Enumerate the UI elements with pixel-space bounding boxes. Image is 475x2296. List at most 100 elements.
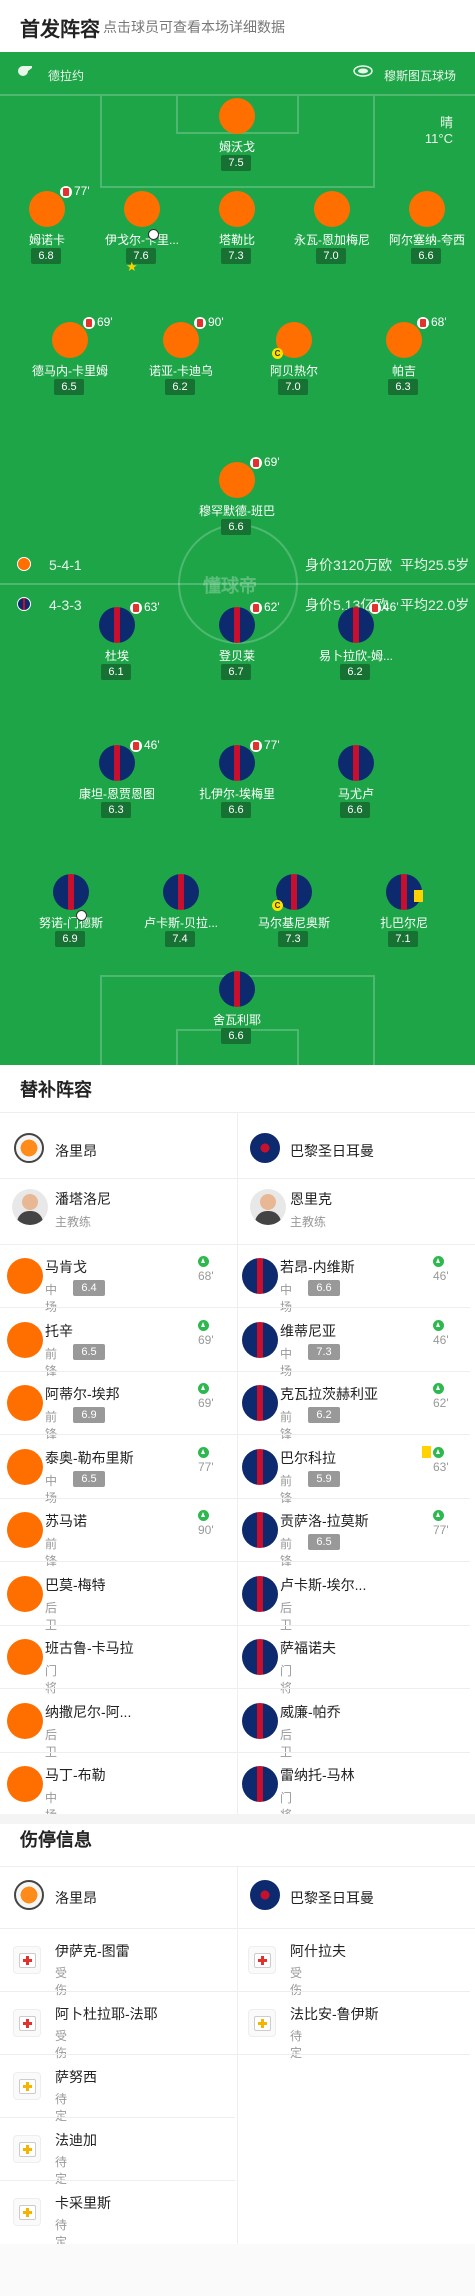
player-jersey[interactable] [53, 874, 89, 910]
injured-player-name[interactable]: 阿什拉夫 [290, 1941, 346, 1961]
player-name[interactable]: 姆沃戈 [182, 138, 292, 155]
injured-player-name[interactable]: 阿卜杜拉耶-法耶 [55, 2004, 158, 2024]
player-jersey[interactable] [242, 1385, 278, 1421]
player-jersey[interactable] [242, 1766, 278, 1802]
player-jersey[interactable] [99, 607, 135, 643]
player-name[interactable]: 扎巴尔尼 [349, 914, 459, 931]
injured-player-name[interactable]: 法迪加 [55, 2130, 97, 2150]
player-jersey[interactable] [219, 745, 255, 781]
player-name[interactable]: 杜埃 [62, 647, 172, 664]
player-jersey[interactable] [219, 971, 255, 1007]
player-jersey[interactable] [7, 1321, 43, 1358]
player-name[interactable]: 马尤卢 [301, 785, 411, 802]
player-jersey[interactable] [7, 1702, 43, 1739]
player-name[interactable]: 塔勒比 [182, 231, 292, 248]
player-jersey[interactable] [242, 1258, 278, 1294]
sub-player-name[interactable]: 阿蒂尔-埃邦 [45, 1384, 120, 1404]
lineup-header: 首发阵容 点击球员可查看本场详细数据 [0, 0, 475, 52]
player-jersey[interactable] [314, 191, 350, 227]
away-coach-role: 主教练 [290, 1215, 327, 1229]
sub-player-name[interactable]: 巴莫-梅特 [45, 1575, 106, 1595]
sub-player-name[interactable]: 托辛 [45, 1321, 73, 1341]
player-jersey[interactable] [7, 1512, 43, 1548]
injured-player-name[interactable]: 法比安-鲁伊斯 [290, 2004, 379, 2024]
player-name[interactable]: 易卜拉欣-姆... [301, 647, 411, 664]
sub-player-rating: 6.4 [73, 1280, 105, 1296]
player-name[interactable]: 阿贝热尔 [239, 362, 349, 379]
sub-player-name[interactable]: 维蒂尼亚 [280, 1321, 336, 1341]
player-name[interactable]: 努诺-门德斯 [16, 914, 126, 931]
substitution-off-icon [60, 186, 72, 198]
player-jersey[interactable] [219, 191, 255, 227]
player-rating: 6.2 [165, 379, 195, 395]
substitution-in-icon: 77' [433, 1509, 449, 1537]
player-jersey[interactable] [29, 191, 65, 227]
player-jersey[interactable] [242, 1512, 278, 1548]
player-jersey[interactable] [163, 322, 199, 358]
player-name[interactable]: 康坦-恩贾恩图 [62, 785, 172, 802]
player-name[interactable]: 卢卡斯-贝拉... [126, 914, 236, 931]
sub-player-name[interactable]: 卢卡斯-埃尔... [280, 1575, 366, 1595]
player-jersey[interactable] [219, 462, 255, 498]
player-name[interactable]: 舍瓦利耶 [182, 1011, 292, 1028]
player-jersey[interactable] [338, 607, 374, 643]
sub-player-name[interactable]: 马肯戈 [45, 1257, 87, 1277]
player-name[interactable]: 阿尔塞纳-夸西 [372, 231, 475, 248]
player-name[interactable]: 穆罕默德-班巴 [182, 502, 292, 519]
player-name[interactable]: 扎伊尔-埃梅里 [182, 785, 292, 802]
player-jersey[interactable] [242, 1702, 278, 1739]
player-jersey[interactable] [242, 1448, 278, 1485]
player-jersey[interactable] [7, 1639, 43, 1675]
injuries-title: 伤停信息 [20, 1830, 92, 1850]
player-jersey[interactable] [219, 98, 255, 134]
player-jersey[interactable] [242, 1639, 278, 1675]
sub-player-name[interactable]: 贡萨洛-拉莫斯 [280, 1511, 369, 1531]
player-jersey[interactable] [52, 322, 88, 358]
sub-player-name[interactable]: 马丁-布勒 [45, 1765, 106, 1785]
player-jersey[interactable] [7, 1766, 43, 1802]
sub-player-name[interactable]: 克瓦拉茨赫利亚 [280, 1384, 378, 1404]
sub-player-name[interactable]: 威廉-帕乔 [280, 1702, 341, 1722]
player-jersey[interactable] [124, 191, 160, 227]
player-name[interactable]: 帕吉 [349, 362, 459, 379]
player-name[interactable]: 诺亚-卡迪乌 [126, 362, 236, 379]
sub-player-name[interactable]: 萨福诺夫 [280, 1638, 336, 1658]
player-name[interactable]: 德马内-卡里姆 [15, 362, 125, 379]
divider [235, 1370, 470, 1372]
injured-player-name[interactable]: 伊萨克-图雷 [55, 1941, 130, 1961]
player-jersey[interactable] [99, 745, 135, 781]
substitution-off-icon [194, 317, 206, 329]
player-jersey[interactable] [219, 607, 255, 643]
away-coach-name[interactable]: 恩里克 [290, 1189, 332, 1209]
injured-player-name[interactable]: 萨努西 [55, 2067, 97, 2087]
sub-player-name[interactable]: 班古鲁-卡马拉 [45, 1638, 134, 1658]
divider [235, 1434, 470, 1435]
player-jersey[interactable] [7, 1448, 43, 1485]
player-jersey[interactable] [409, 191, 445, 227]
sub-player-name[interactable]: 巴尔科拉 [280, 1448, 336, 1468]
player-jersey[interactable] [338, 745, 374, 781]
player-name[interactable]: 登贝莱 [182, 647, 292, 664]
sub-player-name[interactable]: 雷纳托-马林 [280, 1765, 355, 1785]
player-jersey[interactable] [386, 322, 422, 358]
substitution-in-icon: 46' [433, 1319, 449, 1347]
sub-player-name[interactable]: 纳撒尼尔-阿... [45, 1702, 131, 1722]
player-name[interactable]: 永瓦-恩加梅尼 [277, 231, 387, 248]
substitution-in-icon: 90' [198, 1509, 214, 1537]
injured-player-name[interactable]: 卡采里斯 [55, 2193, 111, 2213]
player-jersey[interactable] [7, 1385, 43, 1421]
sub-player-name[interactable]: 若昂-内维斯 [280, 1257, 355, 1277]
sub-in-time: 68' [198, 1269, 214, 1283]
player-jersey[interactable] [242, 1575, 278, 1612]
player-jersey[interactable] [7, 1575, 43, 1612]
home-coach-name[interactable]: 潘塔洛尼 [55, 1189, 111, 1209]
injury-status: 受伤 [290, 1966, 303, 1997]
sub-player-name[interactable]: 苏马诺 [45, 1511, 87, 1531]
player-name[interactable]: 马尔基尼奥斯 [239, 914, 349, 931]
psg-formation: 4-3-3 [49, 597, 82, 613]
player-jersey[interactable] [242, 1321, 278, 1358]
sub-player-name[interactable]: 泰奥-勒布里斯 [45, 1448, 134, 1468]
player-jersey[interactable] [7, 1258, 43, 1294]
player-name[interactable]: 伊戈尔-卡里... [87, 231, 197, 248]
player-jersey[interactable] [163, 874, 199, 910]
